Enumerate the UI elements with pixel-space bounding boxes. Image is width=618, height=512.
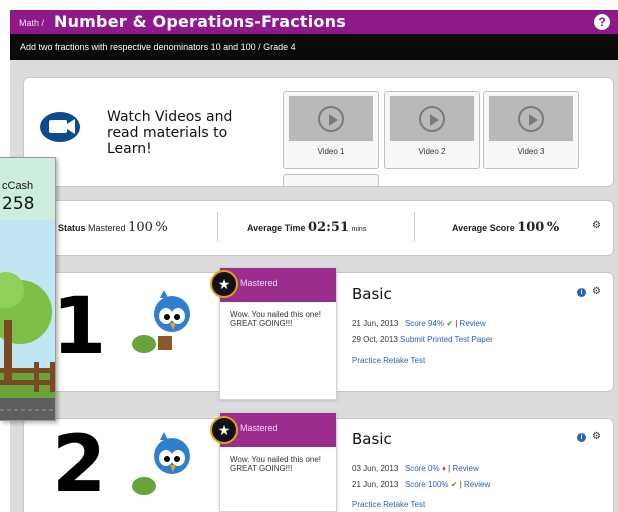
subtitle-bar: Add two fractions with respective denomi… [10,34,618,60]
attempt-row: 29 Oct, 2013 Submit Printed Test Paper [352,335,493,344]
video-thumbnail [289,96,373,141]
play-icon [318,105,344,132]
level-number: 1 [52,282,107,372]
gear-icon[interactable]: ⚙ [592,220,601,231]
help-icon[interactable]: ? [594,14,610,30]
play-icon [419,105,445,132]
bird-mascot-icon [132,432,190,495]
level-number: 2 [52,420,107,510]
score-link[interactable]: Score 0% [405,464,440,473]
attempt-row: 03 Jun, 2013 Score 0% ♦ | Review [352,464,479,473]
gear-icon[interactable]: ⚙ [592,431,601,442]
page-title: Number & Operations-Fractions [54,12,346,31]
stats-divider [414,212,415,242]
bird-mascot-icon [132,290,190,353]
review-link[interactable]: Review [452,464,478,473]
play-icon [518,105,544,132]
mastered-message: Wow. You nailed this one! GREAT GOING!!! [230,310,322,328]
review-link[interactable]: Review [460,319,486,328]
info-icon[interactable]: i [577,288,586,297]
video-3-label: Video 3 [517,147,545,156]
average-time-stat: Average Time 02:51 mins [247,220,367,235]
average-score-stat: Average Score 100 % [452,220,560,235]
star-badge-icon: ★ [210,270,238,298]
page-subtitle: Add two fractions with respective denomi… [20,42,296,52]
submit-test-link[interactable]: Submit Printed Test Paper [400,335,493,344]
star-badge-icon: ★ [210,416,238,444]
cash-label: cCash [2,180,34,192]
cash-header: cCash 258 [0,158,55,220]
attempt-row: 21 Jun, 2013 Score 94% ✔ | Review [352,319,486,328]
header-bar: Math / Number & Operations-Fractions ? [10,10,618,34]
practice-retake-link[interactable]: Practice Retake Test [352,356,425,365]
cash-panel[interactable]: cCash 258 [0,157,56,421]
breadcrumb[interactable]: Math / [19,18,44,28]
mastered-message: Wow. You nailed this one! GREAT GOING!!! [230,455,322,473]
level-name: Basic [352,285,392,303]
review-link[interactable]: Review [464,480,490,489]
gear-icon[interactable]: ⚙ [592,286,601,297]
check-icon: ✔ [450,480,458,489]
check-icon: ✔ [446,319,454,328]
level-name: Basic [352,430,392,448]
stats-divider [217,212,218,242]
watch-videos-text: Watch Videos and read materials to Learn… [107,109,233,157]
flame-icon: ♦ [441,464,446,473]
video-1-tile[interactable]: Video 1 [283,91,379,169]
attempt-row: 21 Jun, 2013 Score 100% ✔ | Review [352,480,491,489]
video-2-tile[interactable]: Video 2 [384,91,480,169]
status-stat: Status Mastered 100 % [58,220,168,235]
video-2-label: Video 2 [418,147,446,156]
video-4-tile-partial[interactable] [283,174,379,186]
landscape-illustration [0,220,55,420]
info-icon[interactable]: i [577,433,586,442]
score-link[interactable]: Score 94% [405,319,444,328]
cash-value: 258 [2,194,35,214]
score-link[interactable]: Score 100% [405,480,449,489]
video-3-tile[interactable]: Video 3 [483,91,579,169]
video-1-label: Video 1 [317,147,345,156]
video-thumbnail [489,96,573,141]
video-thumbnail [390,96,474,141]
practice-retake-link[interactable]: Practice Retake Test [352,500,425,509]
video-camera-icon [40,112,80,142]
